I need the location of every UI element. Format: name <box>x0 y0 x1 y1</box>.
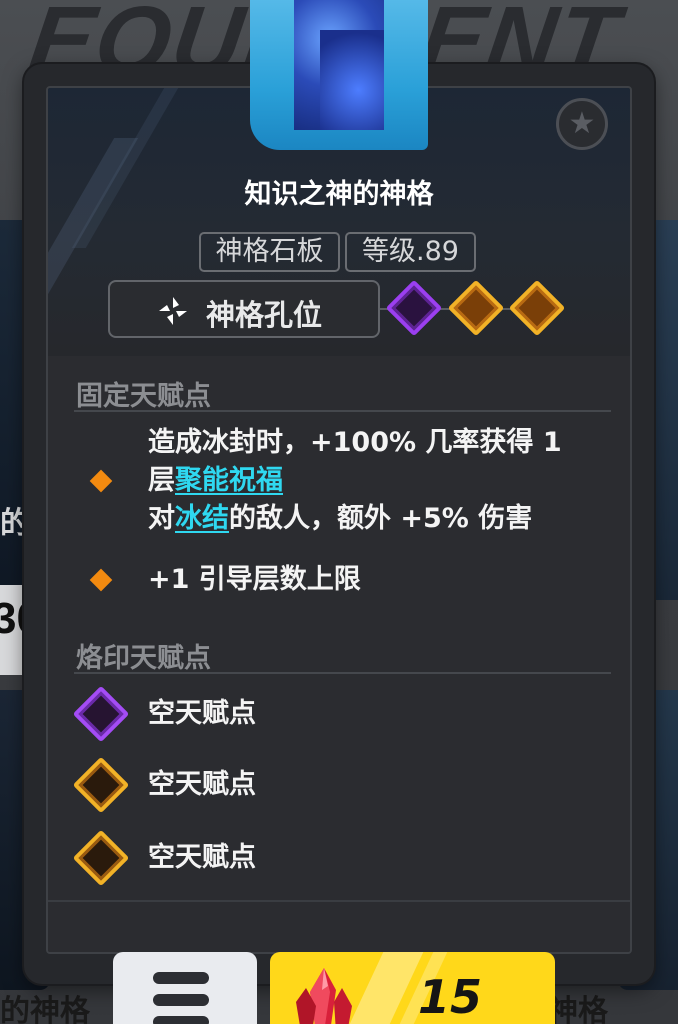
talent-line: 层聚能祝福 <box>148 462 283 500</box>
cost-button[interactable]: 15 <box>270 952 555 1024</box>
decorative-slash <box>71 88 179 248</box>
menu-button[interactable] <box>113 952 257 1024</box>
slot-button[interactable]: 神格孔位 <box>108 280 380 338</box>
imprint-talent-label: 空天赋点 <box>148 698 256 729</box>
favorite-button[interactable]: ★ <box>556 98 608 150</box>
keyword-link[interactable]: 冰结 <box>175 503 229 534</box>
screen: EQUIPMENT 的 30 的神格 神格 ★ 知识之神的神格 神格石板 等级.… <box>0 0 678 1024</box>
section-divider <box>74 672 611 674</box>
item-image-art-detail <box>320 30 384 130</box>
item-name: 知识之神的神格 <box>244 179 434 210</box>
talent-text-fragment: 层 <box>148 465 175 496</box>
item-image <box>250 0 428 150</box>
menu-icon-bar <box>153 994 209 1006</box>
item-type-tag: 神格石板 <box>199 232 340 272</box>
red-crystal-icon <box>296 968 352 1024</box>
imprint-talent-label: 空天赋点 <box>148 769 256 800</box>
background-card-name-left: 的神格 <box>0 995 90 1024</box>
talent-text-fragment: 的敌人，额外 +5% 伤害 <box>229 503 533 534</box>
item-level-tag: 等级.89 <box>345 232 476 272</box>
talent-line: +1 引导层数上限 <box>148 564 361 595</box>
pinwheel-icon <box>159 297 187 325</box>
talent-line: 造成冰封时，+100% 几率获得 1 <box>148 427 562 458</box>
menu-icon-bar <box>153 1016 209 1024</box>
background-card-name-right: 神格 <box>548 995 608 1024</box>
imprint-talents-title: 烙印天赋点 <box>76 643 211 674</box>
fixed-talents-title: 固定天赋点 <box>76 381 211 412</box>
slot-button-label: 神格孔位 <box>206 298 323 332</box>
divider <box>48 900 630 902</box>
cost-value: 15 <box>418 970 483 1024</box>
keyword-link[interactable]: 聚能祝福 <box>175 465 283 496</box>
talent-line: 对冰结的敌人，额外 +5% 伤害 <box>148 500 532 538</box>
talent-text-fragment: 对 <box>148 503 175 534</box>
section-divider <box>74 410 611 412</box>
star-icon: ★ <box>568 107 596 140</box>
imprint-talent-label: 空天赋点 <box>148 842 256 873</box>
menu-icon <box>153 972 209 984</box>
